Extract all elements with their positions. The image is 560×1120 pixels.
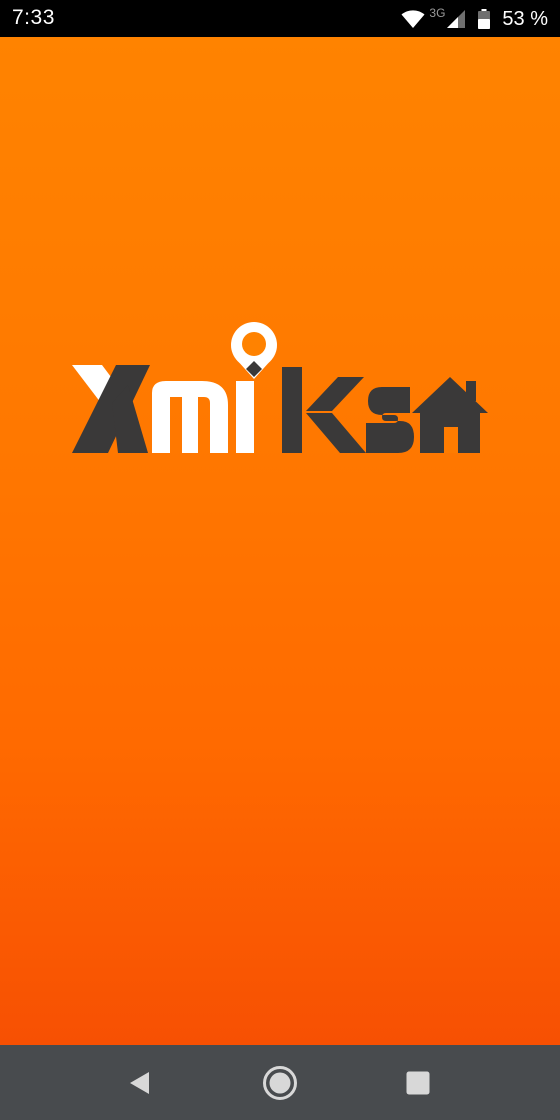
recents-icon: [406, 1071, 430, 1095]
battery-percentage: 53 %: [502, 7, 548, 30]
signal-icon: [447, 10, 466, 28]
status-bar: 7:33 3G 53 %: [0, 0, 560, 37]
back-button[interactable]: [120, 1063, 160, 1103]
app-logo: [72, 322, 488, 453]
home-icon: [263, 1066, 297, 1100]
battery-icon: [478, 9, 491, 29]
back-icon: [130, 1072, 149, 1094]
home-button[interactable]: [260, 1063, 300, 1103]
recents-button[interactable]: [398, 1063, 438, 1103]
splash-background: [0, 37, 560, 1045]
navigation-bar: [0, 1045, 560, 1120]
status-indicators: 3G 53 %: [401, 5, 548, 33]
logo-wordmark: [72, 322, 488, 453]
location-pin-icon: [231, 322, 277, 379]
splash-screen: 7:33 3G 53 %: [0, 0, 560, 1120]
network-type-label: 3G: [429, 6, 446, 20]
status-time: 7:33: [12, 6, 55, 29]
house-icon: [412, 377, 488, 453]
wifi-icon: [401, 10, 425, 28]
